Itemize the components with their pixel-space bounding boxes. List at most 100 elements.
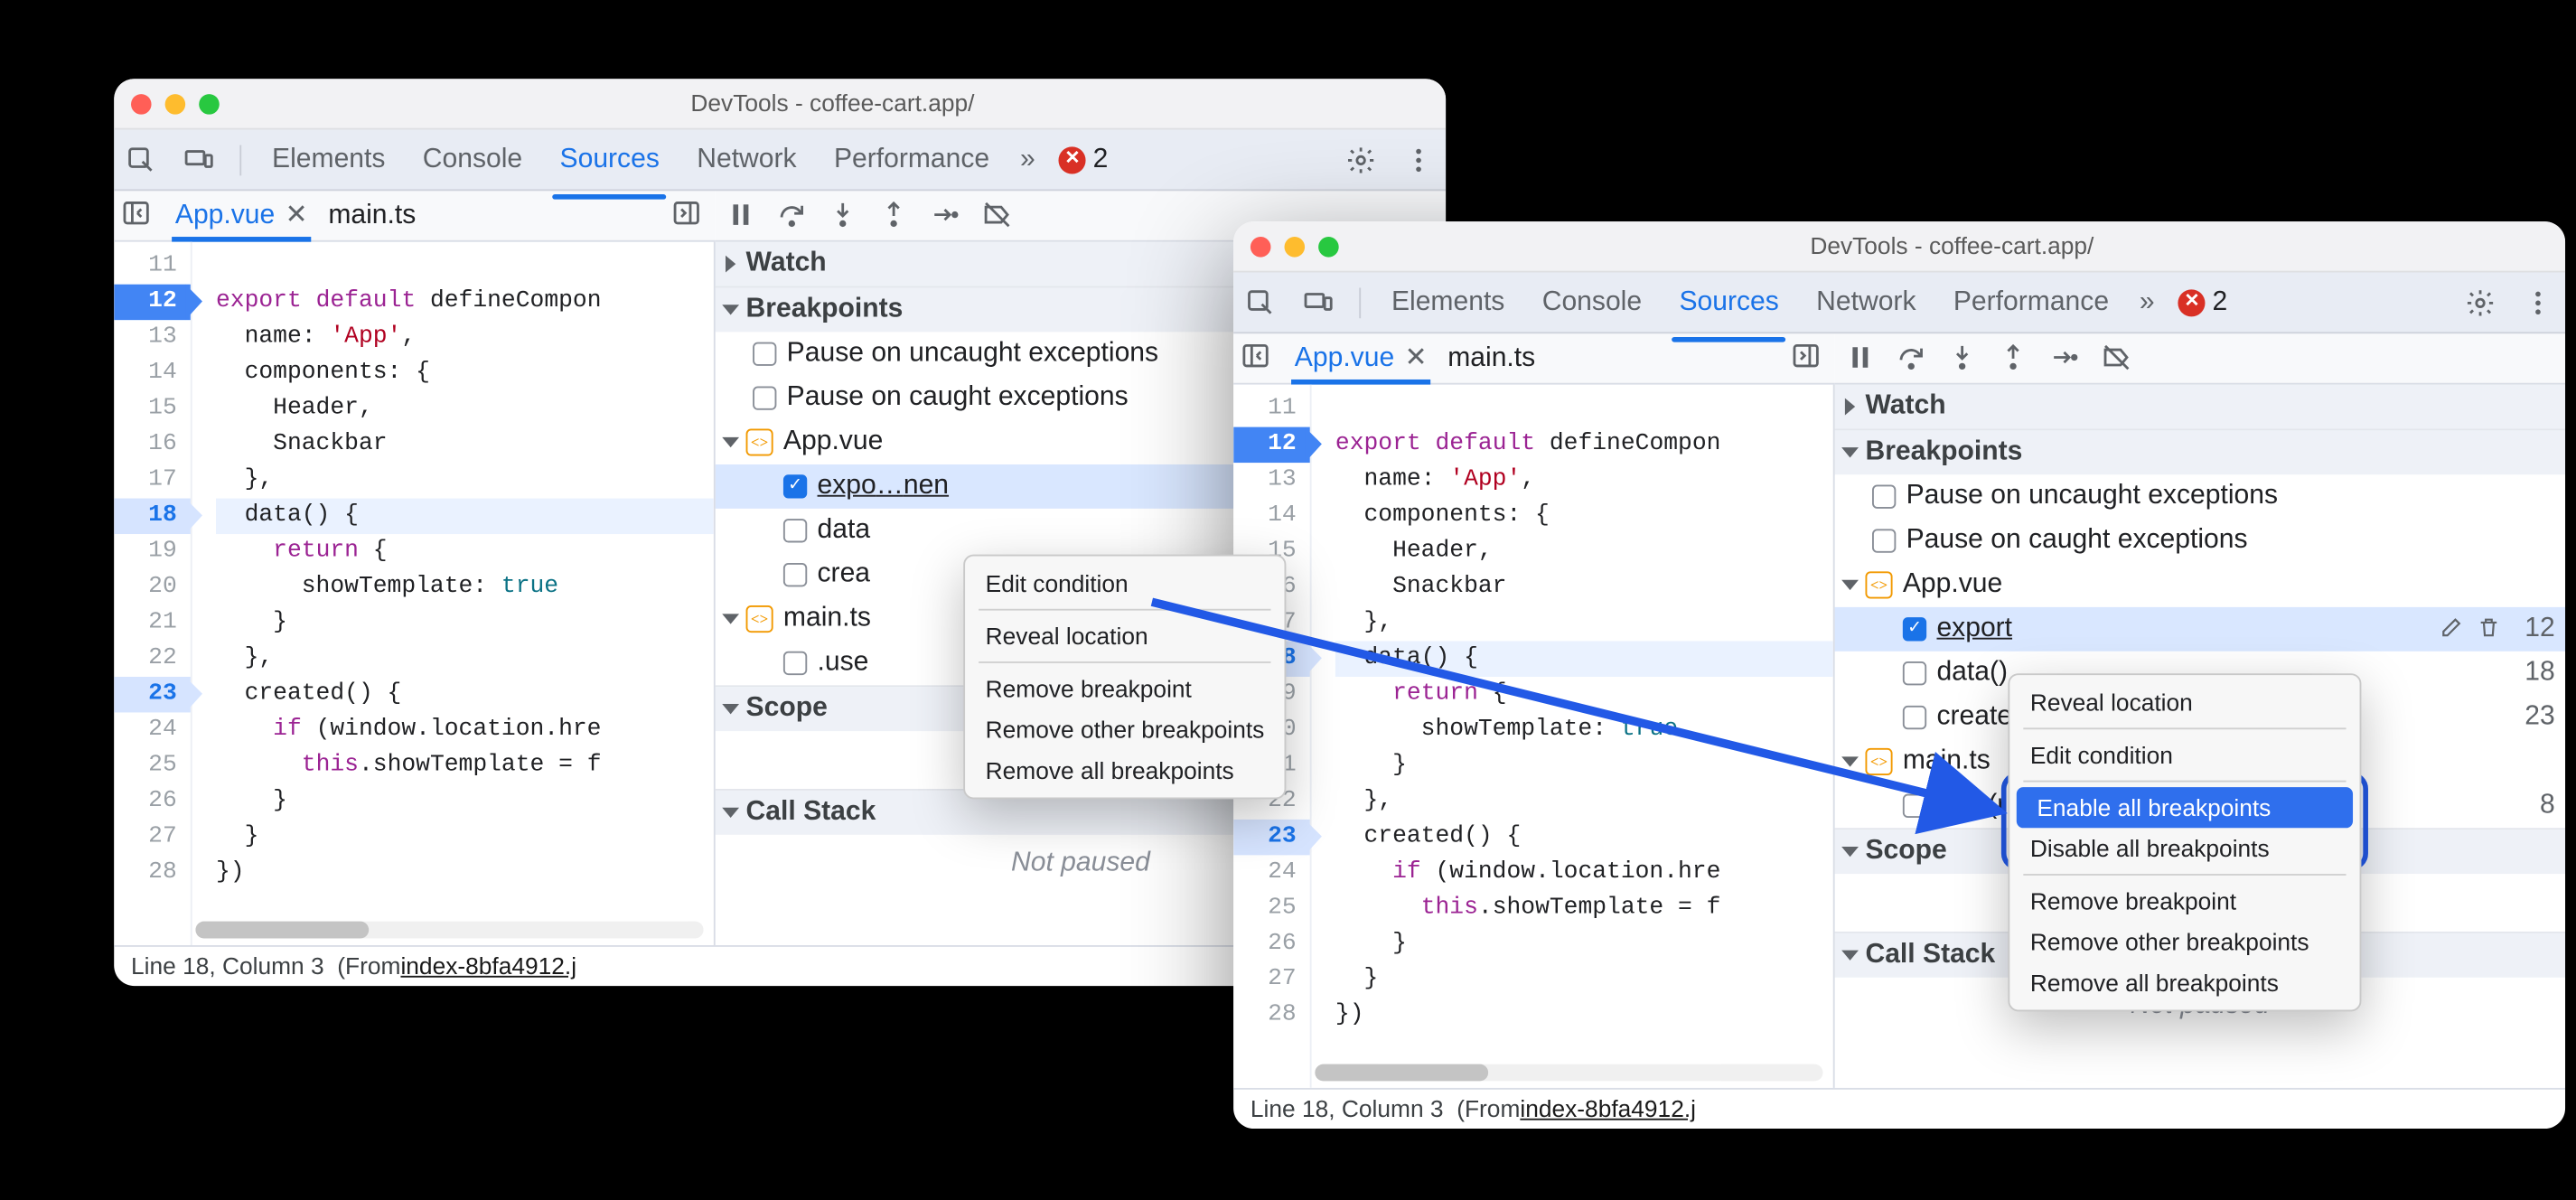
file-tab-main-ts[interactable]: main.ts [318, 191, 426, 240]
navigator-toggle-icon[interactable] [121, 197, 158, 234]
inspect-icon[interactable] [1243, 286, 1278, 320]
code-area[interactable]: export default defineCompon name: 'App',… [1312, 385, 1833, 1088]
code-line[interactable]: Snackbar [1335, 570, 1833, 605]
code-line[interactable]: } [1335, 962, 1833, 998]
code-line[interactable]: name: 'App', [216, 320, 714, 355]
close-window-button[interactable] [131, 93, 152, 114]
checkbox[interactable] [783, 652, 807, 675]
line-number[interactable]: 27 [1233, 962, 1310, 998]
code-line[interactable]: } [1335, 926, 1833, 961]
line-number[interactable]: 14 [1233, 499, 1310, 534]
line-number[interactable]: 19 [114, 534, 191, 569]
code-line[interactable]: showTemplate: true [1335, 712, 1833, 747]
settings-gear-icon[interactable] [2463, 286, 2497, 320]
tab-elements[interactable]: Elements [266, 131, 392, 188]
code-line[interactable]: created() { [1335, 820, 1833, 855]
deactivate-breakpoints-icon[interactable] [2100, 342, 2134, 376]
line-number[interactable]: 12 [1233, 427, 1310, 463]
code-line[interactable]: if (window.location.hre [1335, 855, 1833, 890]
code-line[interactable]: Header, [1335, 534, 1833, 569]
step-into-icon[interactable] [828, 199, 862, 233]
code-line[interactable]: components: { [216, 356, 714, 391]
code-line[interactable]: } [1335, 748, 1833, 783]
watch-section[interactable]: Watch [1835, 385, 2565, 431]
close-tab-icon[interactable]: ✕ [286, 197, 308, 234]
line-number[interactable]: 24 [1233, 855, 1310, 890]
code-line[interactable]: }, [1335, 783, 1833, 819]
scrollbar-thumb[interactable] [195, 922, 368, 939]
close-window-button[interactable] [1251, 236, 1271, 257]
error-badge[interactable]: ✕ 2 [1059, 141, 1108, 178]
line-number[interactable]: 18 [114, 499, 191, 534]
ctx-edit-condition[interactable]: Edit condition [2009, 735, 2359, 775]
tab-console[interactable]: Console [1535, 274, 1648, 331]
debugger-toggle-icon[interactable] [671, 197, 708, 234]
tab-performance[interactable]: Performance [1946, 274, 2115, 331]
checkbox[interactable] [1903, 706, 1926, 729]
code-line[interactable]: }, [1335, 605, 1833, 641]
checkbox[interactable] [783, 519, 807, 542]
line-number[interactable]: 20 [114, 570, 191, 605]
line-number[interactable]: 11 [114, 248, 191, 284]
code-line[interactable]: }) [1335, 998, 1833, 1033]
line-number[interactable]: 24 [114, 712, 191, 747]
line-number[interactable]: 14 [114, 356, 191, 391]
ctx-reveal-location[interactable]: Reveal location [965, 615, 1285, 656]
more-tabs-icon[interactable]: » [2140, 284, 2155, 321]
pause-icon[interactable] [1845, 342, 1879, 376]
tab-elements[interactable]: Elements [1384, 274, 1511, 331]
ctx-remove-all[interactable]: Remove all breakpoints [965, 750, 1285, 791]
source-map-link[interactable]: index-8bfa4912.j [1520, 1093, 1696, 1126]
tab-sources[interactable]: Sources [1672, 274, 1785, 331]
line-number[interactable]: 26 [1233, 926, 1310, 961]
tab-sources[interactable]: Sources [553, 131, 666, 188]
line-number[interactable]: 27 [114, 820, 191, 855]
checkbox[interactable] [1903, 661, 1926, 685]
maximize-window-button[interactable] [199, 93, 220, 114]
line-number[interactable]: 23 [1233, 820, 1310, 855]
code-line[interactable]: if (window.location.hre [216, 712, 714, 747]
bp-file-app-vue[interactable]: <> App.vue [1835, 563, 2565, 607]
ctx-remove-all[interactable]: Remove all breakpoints [2009, 962, 2359, 1003]
file-tab-app-vue[interactable]: App.vue ✕ [1285, 333, 1438, 383]
code-line[interactable]: this.showTemplate = f [216, 748, 714, 783]
code-line[interactable] [1335, 391, 1833, 427]
code-line[interactable]: created() { [216, 677, 714, 712]
code-line[interactable]: }, [216, 641, 714, 676]
code-line[interactable] [216, 248, 714, 284]
line-number[interactable]: 16 [114, 427, 191, 463]
pause-uncaught-row[interactable]: Pause on uncaught exceptions [1835, 474, 2565, 519]
minimize-window-button[interactable] [1285, 236, 1306, 257]
debugger-toggle-icon[interactable] [1791, 340, 1828, 377]
line-number[interactable]: 28 [1233, 998, 1310, 1033]
tab-performance[interactable]: Performance [827, 131, 996, 188]
minimize-window-button[interactable] [165, 93, 186, 114]
error-badge[interactable]: ✕ 2 [2178, 284, 2227, 321]
checkbox[interactable] [1872, 529, 1896, 552]
checkbox[interactable] [753, 386, 776, 409]
code-line[interactable]: return { [216, 534, 714, 569]
pause-caught-row[interactable]: Pause on caught exceptions [1835, 519, 2565, 563]
code-line[interactable]: name: 'App', [1335, 463, 1833, 498]
code-editor[interactable]: 111213141516171819202122232425262728 exp… [114, 242, 716, 945]
step-out-icon[interactable] [1998, 342, 2032, 376]
tab-network[interactable]: Network [1810, 274, 1923, 331]
code-line[interactable]: data() { [216, 499, 714, 534]
step-icon[interactable] [2049, 342, 2084, 376]
ctx-remove-breakpoint[interactable]: Remove breakpoint [2009, 881, 2359, 922]
code-line[interactable]: } [216, 605, 714, 641]
code-line[interactable]: }) [216, 855, 714, 890]
checkbox-checked[interactable]: ✓ [1903, 617, 1926, 641]
code-line[interactable]: Snackbar [216, 427, 714, 463]
code-line[interactable]: export default defineCompon [216, 285, 714, 320]
step-icon[interactable] [930, 199, 964, 233]
inspect-icon[interactable] [124, 143, 158, 177]
file-tab-app-vue[interactable]: App.vue ✕ [165, 191, 318, 240]
ctx-reveal-location[interactable]: Reveal location [2009, 682, 2359, 723]
step-out-icon[interactable] [878, 199, 913, 233]
code-line[interactable]: export default defineCompon [1335, 427, 1833, 463]
kebab-menu-icon[interactable] [2521, 286, 2555, 320]
line-number[interactable]: 25 [114, 748, 191, 783]
tab-console[interactable]: Console [416, 131, 529, 188]
bp-item[interactable]: ✓ export 12 [1835, 607, 2565, 652]
